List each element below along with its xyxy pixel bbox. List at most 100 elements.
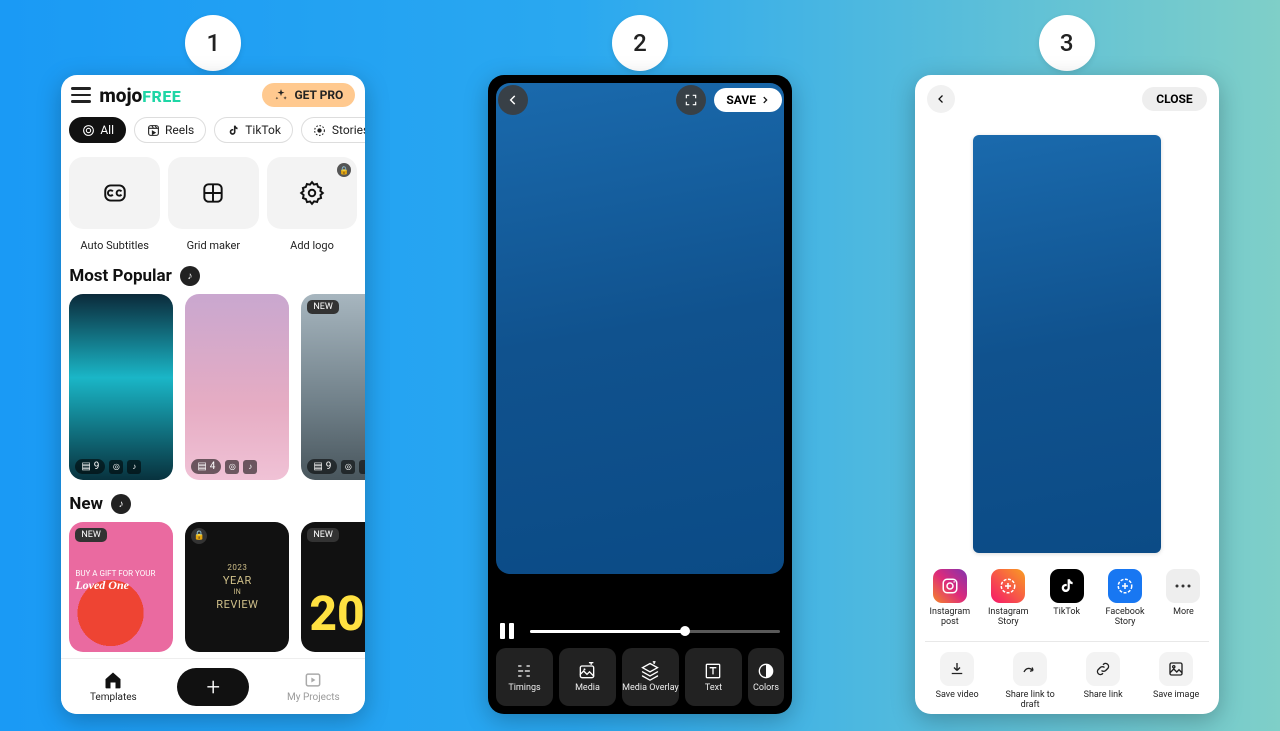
timings-icon bbox=[514, 661, 534, 681]
chevron-right-icon bbox=[760, 95, 770, 105]
phone-2: SAVE Timings Media bbox=[488, 75, 792, 714]
tool-add-logo[interactable]: 🔒 bbox=[267, 157, 358, 229]
instagram-icon bbox=[933, 569, 967, 603]
share-instagram-story[interactable]: Instagram Story bbox=[979, 569, 1037, 627]
fullscreen-button[interactable] bbox=[676, 85, 706, 115]
action-share-draft[interactable]: Share link to draft bbox=[995, 652, 1065, 710]
card-page-count: ▤ 4 bbox=[191, 459, 221, 474]
share-facebook-story[interactable]: Facebook Story bbox=[1096, 569, 1154, 627]
chip-stories[interactable]: Stories bbox=[301, 117, 365, 143]
nav-templates[interactable]: Templates bbox=[73, 670, 153, 703]
instagram-story-icon bbox=[991, 569, 1025, 603]
create-button[interactable]: + bbox=[177, 668, 249, 706]
chip-reels[interactable]: Reels bbox=[134, 117, 206, 143]
cc-icon bbox=[102, 180, 128, 206]
projects-icon bbox=[303, 670, 323, 690]
timeline-slider[interactable] bbox=[530, 630, 780, 633]
music-icon: ♪ bbox=[180, 266, 200, 286]
colors-icon bbox=[756, 661, 776, 681]
sparkle-icon bbox=[274, 88, 288, 102]
tool-label-logo: Add logo bbox=[267, 233, 358, 252]
card-text: 20 bbox=[309, 585, 364, 642]
menu-icon[interactable] bbox=[71, 87, 91, 103]
tiktok-icon: ♪ bbox=[243, 460, 257, 474]
preview-canvas bbox=[973, 135, 1161, 553]
nav-projects[interactable]: My Projects bbox=[273, 670, 353, 703]
app-logo: mojoFREE bbox=[99, 84, 181, 107]
gear-icon bbox=[299, 180, 325, 206]
new-tag: NEW bbox=[307, 528, 339, 542]
facebook-story-icon bbox=[1108, 569, 1142, 603]
tool-auto-subtitles[interactable] bbox=[69, 157, 160, 229]
chevron-left-icon bbox=[935, 93, 947, 105]
draft-icon bbox=[1013, 652, 1047, 686]
home-icon bbox=[103, 670, 123, 690]
close-button[interactable]: CLOSE bbox=[1142, 87, 1206, 111]
target-icon bbox=[81, 123, 95, 137]
phone-3: CLOSE Instagram post Instagram Story bbox=[915, 75, 1219, 714]
get-pro-button[interactable]: GET PRO bbox=[262, 83, 355, 107]
instagram-icon: ◎ bbox=[109, 460, 123, 474]
tiktok-icon bbox=[1050, 569, 1084, 603]
card-text: 2023 YEAR IN REVIEW bbox=[216, 563, 258, 611]
expand-icon bbox=[684, 93, 698, 107]
tiktok-icon: ♪ bbox=[359, 460, 365, 474]
editor-canvas[interactable] bbox=[496, 83, 784, 574]
save-button[interactable]: SAVE bbox=[714, 88, 782, 112]
template-card[interactable]: ▤ 9 ◎ ♪ bbox=[69, 294, 173, 480]
image-icon bbox=[1159, 652, 1193, 686]
link-icon bbox=[1086, 652, 1120, 686]
chip-all[interactable]: All bbox=[69, 117, 126, 143]
download-icon bbox=[940, 652, 974, 686]
section-popular-title: Most Popular bbox=[69, 266, 172, 286]
tool-label-subtitles: Auto Subtitles bbox=[69, 233, 160, 252]
pause-button[interactable] bbox=[500, 623, 518, 639]
card-page-count: ▤ 9 bbox=[307, 459, 337, 474]
chevron-left-icon bbox=[506, 93, 520, 107]
phone-1: mojoFREE GET PRO All Reels Ti bbox=[61, 75, 365, 714]
music-icon: ♪ bbox=[111, 494, 131, 514]
lock-icon: 🔒 bbox=[191, 528, 207, 544]
tiktok-icon: ♪ bbox=[127, 460, 141, 474]
instagram-icon: ◎ bbox=[225, 460, 239, 474]
step-number-3: 3 bbox=[1039, 15, 1095, 71]
grid-icon bbox=[200, 180, 226, 206]
stories-icon bbox=[313, 123, 327, 137]
lock-icon: 🔒 bbox=[337, 163, 351, 177]
overlay-icon bbox=[640, 661, 660, 681]
tool-media-overlay[interactable]: Media Overlay bbox=[622, 648, 679, 706]
template-card[interactable]: 🔒 2023 YEAR IN REVIEW bbox=[185, 522, 289, 652]
more-icon bbox=[1166, 569, 1200, 603]
share-tiktok[interactable]: TikTok bbox=[1037, 569, 1095, 627]
section-new-title: New bbox=[69, 494, 103, 514]
media-icon bbox=[577, 661, 597, 681]
card-page-count: ▤ 9 bbox=[75, 459, 105, 474]
back-button[interactable] bbox=[498, 85, 528, 115]
chip-tiktok[interactable]: TikTok bbox=[214, 117, 293, 143]
step-number-1: 1 bbox=[185, 15, 241, 71]
action-save-image[interactable]: Save image bbox=[1141, 652, 1211, 710]
share-more[interactable]: More bbox=[1154, 569, 1212, 627]
tool-text[interactable]: Text bbox=[685, 648, 742, 706]
reels-icon bbox=[146, 123, 160, 137]
tool-grid-maker[interactable] bbox=[168, 157, 259, 229]
template-card[interactable]: NEW BUY A GIFT FOR YOURLoved One bbox=[69, 522, 173, 652]
text-icon bbox=[703, 661, 723, 681]
back-button[interactable] bbox=[927, 85, 955, 113]
new-tag: NEW bbox=[75, 528, 107, 542]
template-card[interactable]: NEW ▤ 9 ◎ ♪ bbox=[301, 294, 365, 480]
action-share-link[interactable]: Share link bbox=[1068, 652, 1138, 710]
tool-colors[interactable]: Colors bbox=[748, 648, 784, 706]
step-number-2: 2 bbox=[612, 15, 668, 71]
plus-icon: + bbox=[207, 675, 221, 699]
tiktok-icon bbox=[226, 123, 240, 137]
share-instagram-post[interactable]: Instagram post bbox=[921, 569, 979, 627]
tool-label-grid: Grid maker bbox=[168, 233, 259, 252]
template-card[interactable]: ▤ 4 ◎ ♪ bbox=[185, 294, 289, 480]
tool-media[interactable]: Media bbox=[559, 648, 616, 706]
action-save-video[interactable]: Save video bbox=[922, 652, 992, 710]
instagram-icon: ◎ bbox=[341, 460, 355, 474]
template-card[interactable]: NEW THANK 20 bbox=[301, 522, 365, 652]
tool-timings[interactable]: Timings bbox=[496, 648, 553, 706]
new-tag: NEW bbox=[307, 300, 339, 314]
